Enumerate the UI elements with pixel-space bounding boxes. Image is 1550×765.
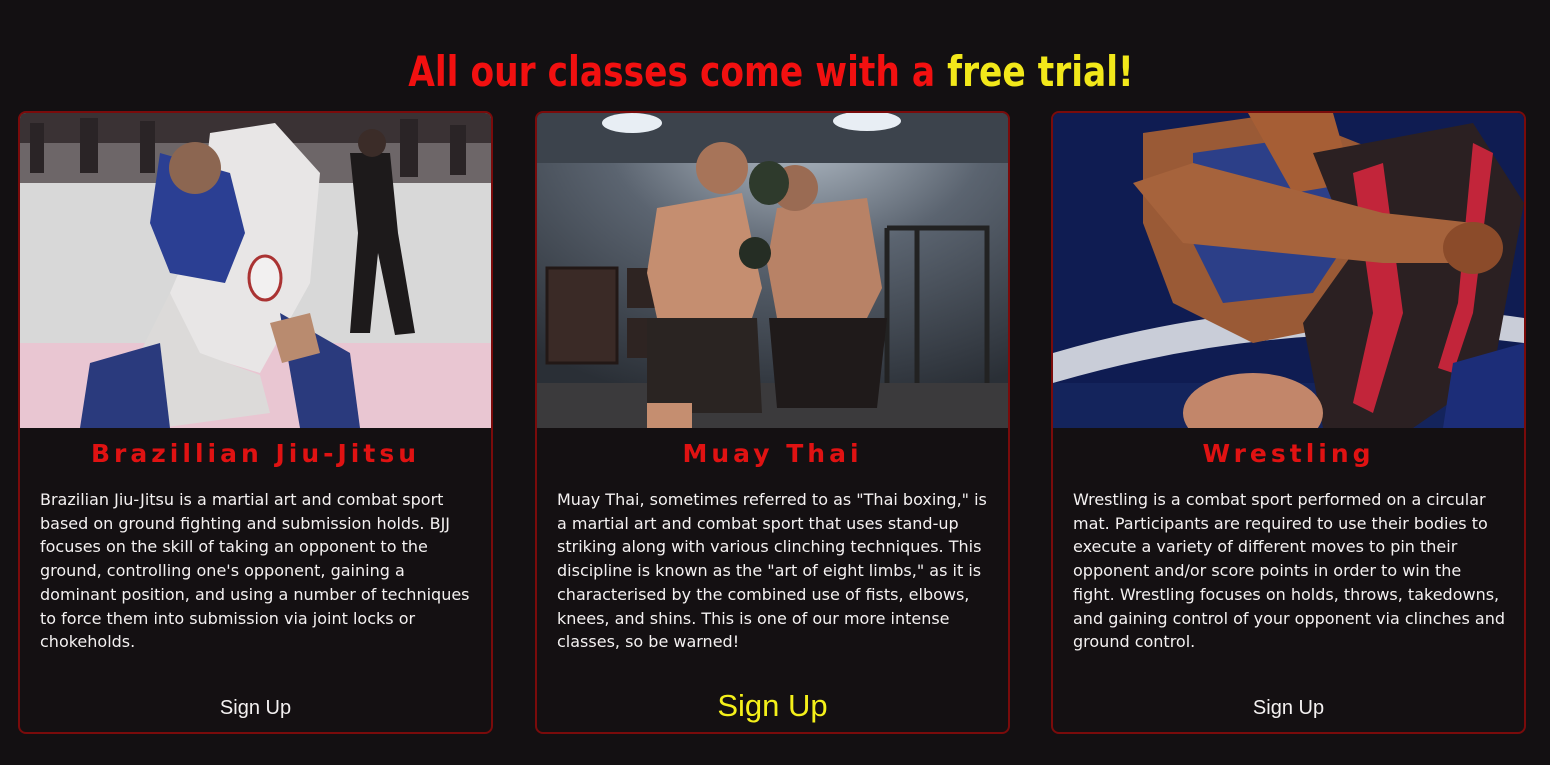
- heading-highlight: free trial!: [947, 47, 1134, 97]
- page-heading: All our classes come with a free trial!: [139, 42, 1403, 102]
- sign-up-button[interactable]: Sign Up: [20, 696, 491, 720]
- class-title: Wrestling: [1202, 439, 1375, 468]
- class-description: Wrestling is a combat sport performed on…: [1073, 490, 1505, 652]
- class-title: Muay Thai: [682, 439, 863, 468]
- class-card-bjj: Brazillian Jiu-Jitsu Brazilian Jiu-Jitsu…: [18, 111, 493, 734]
- bjj-photo: [20, 113, 491, 428]
- wrestling-photo: [1053, 113, 1524, 428]
- class-description: Muay Thai, sometimes referred to as "Tha…: [557, 490, 987, 652]
- sign-up-button[interactable]: Sign Up: [537, 688, 1008, 724]
- heading-prefix: All our classes come with a: [408, 47, 948, 97]
- class-title: Brazillian Jiu-Jitsu: [91, 439, 420, 468]
- sign-up-button[interactable]: Sign Up: [1053, 696, 1524, 720]
- class-card-wrestling: Wrestling Wrestling is a combat sport pe…: [1051, 111, 1526, 734]
- muay-thai-photo: [537, 113, 1008, 428]
- class-description: Brazilian Jiu-Jitsu is a martial art and…: [40, 490, 470, 652]
- class-card-muay-thai: Muay Thai Muay Thai, sometimes referred …: [535, 111, 1010, 734]
